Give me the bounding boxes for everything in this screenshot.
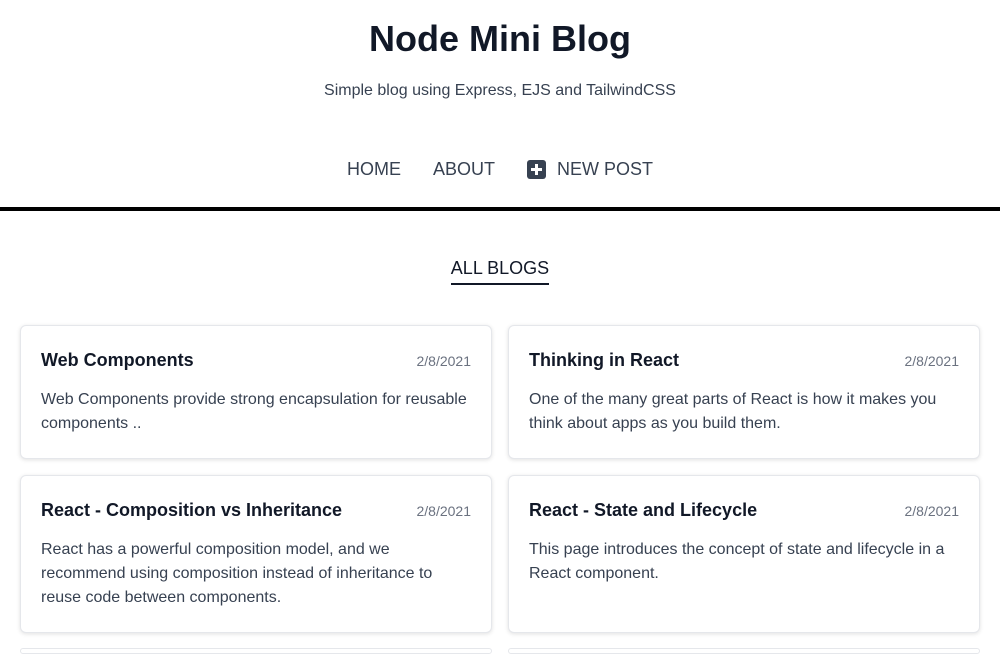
post-date: 2/8/2021 xyxy=(904,503,960,519)
header-divider xyxy=(0,207,1000,211)
site-subtitle: Simple blog using Express, EJS and Tailw… xyxy=(324,82,676,99)
post-card[interactable]: Thinking in React 2/8/2021 One of the ma… xyxy=(508,325,980,459)
main-nav: HOME ABOUT NEW POST xyxy=(0,154,1000,184)
post-excerpt: This page introduces the concept of stat… xyxy=(529,541,945,582)
site-header: Node Mini Blog Simple blog using Express… xyxy=(0,17,1000,184)
post-card[interactable]: Web Components 2/8/2021 Web Components p… xyxy=(20,325,492,459)
all-blogs-heading: ALL BLOGS xyxy=(450,257,550,285)
post-date: 2/8/2021 xyxy=(416,353,472,369)
post-title[interactable]: Web Components xyxy=(41,348,194,372)
post-title[interactable]: React - State and Lifecycle xyxy=(529,498,757,522)
post-card[interactable]: React - Composition vs Inheritance 2/8/2… xyxy=(20,475,492,633)
post-excerpt: React has a powerful composition model, … xyxy=(41,541,433,606)
post-date: 2/8/2021 xyxy=(904,353,960,369)
post-card[interactable]: React - State and Lifecycle 2/8/2021 Thi… xyxy=(508,475,980,633)
post-title[interactable]: Thinking in React xyxy=(529,348,679,372)
post-card-partial[interactable] xyxy=(20,648,492,654)
post-title[interactable]: React - Composition vs Inheritance xyxy=(41,498,342,522)
plus-square-icon xyxy=(527,159,546,179)
post-date: 2/8/2021 xyxy=(416,503,472,519)
site-title[interactable]: Node Mini Blog xyxy=(0,17,1000,61)
nav-new-post-label: NEW POST xyxy=(557,159,654,179)
post-excerpt: Web Components provide strong encapsulat… xyxy=(41,391,467,432)
post-card-partial[interactable] xyxy=(508,648,980,654)
nav-home-link[interactable]: HOME xyxy=(347,154,401,184)
section-heading: ALL BLOGS xyxy=(0,257,1000,285)
posts-grid: Web Components 2/8/2021 Web Components p… xyxy=(20,325,980,633)
post-excerpt: One of the many great parts of React is … xyxy=(529,391,937,432)
nav-about-link[interactable]: ABOUT xyxy=(433,154,495,184)
nav-new-post-link[interactable]: NEW POST xyxy=(527,154,653,184)
